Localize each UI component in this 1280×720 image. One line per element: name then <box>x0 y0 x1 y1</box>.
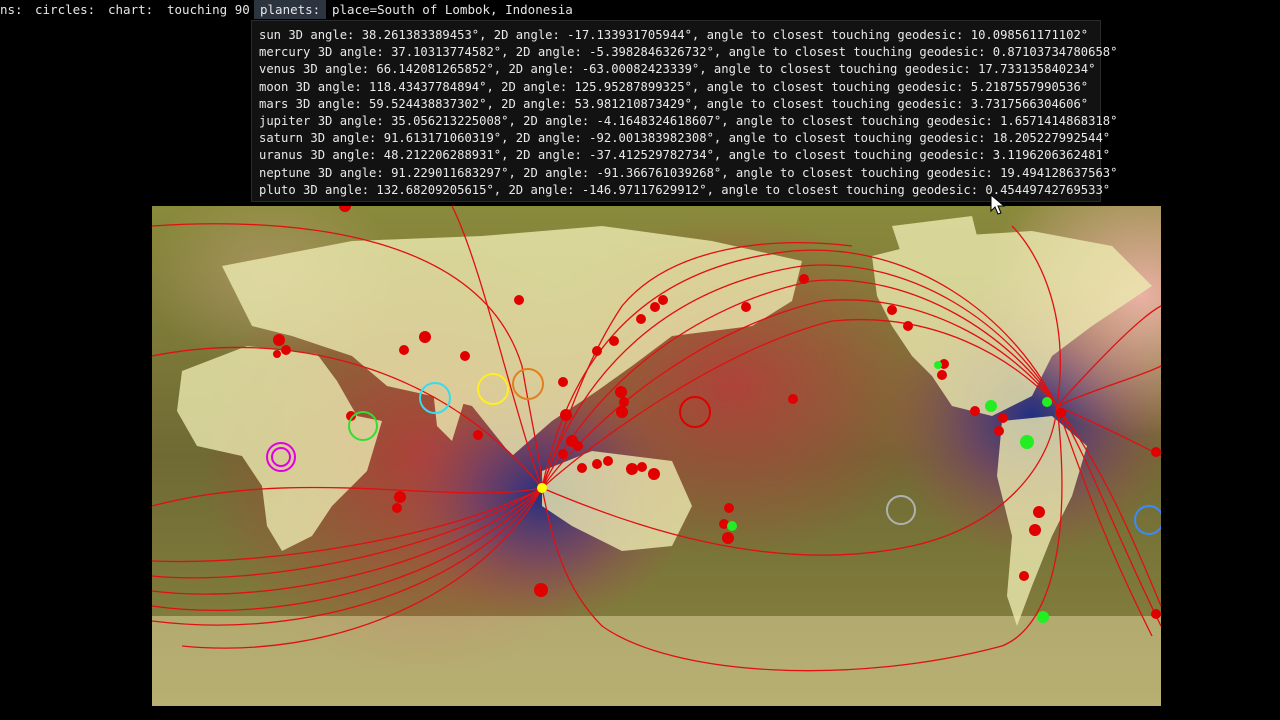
mouse-cursor-icon <box>990 194 1006 215</box>
planet-angles-panel: sun 3D angle: 38.261383389453°, 2D angle… <box>251 20 1118 202</box>
city-dot <box>394 491 406 503</box>
city-dot <box>514 295 524 305</box>
city-dot <box>637 462 647 472</box>
city-dot <box>281 345 291 355</box>
city-dot <box>741 302 751 312</box>
city-dot <box>577 463 587 473</box>
planet-row-moon: moon 3D angle: 118.43437784894°, 2D angl… <box>259 79 1089 94</box>
green-dot <box>985 400 997 412</box>
menu-item-ns[interactable]: ns: <box>0 0 23 19</box>
planet-row-jupiter: jupiter 3D angle: 35.056213225008°, 2D a… <box>259 114 1118 129</box>
antarctic-band <box>152 616 1161 706</box>
city-dot <box>998 413 1008 423</box>
city-dot <box>1151 609 1161 619</box>
city-dot <box>473 430 483 440</box>
planet-row-sun: sun 3D angle: 38.261383389453°, 2D angle… <box>259 28 1089 42</box>
city-dot <box>558 449 568 459</box>
world-map-canvas[interactable] <box>152 206 1161 706</box>
city-dot <box>788 394 798 404</box>
city-dot <box>799 274 809 284</box>
planet-row-mercury: mercury 3D angle: 37.10313774582°, 2D an… <box>259 45 1118 60</box>
city-dot <box>636 314 646 324</box>
city-dot <box>994 426 1004 436</box>
city-dot <box>724 503 734 513</box>
green-dot <box>934 361 942 369</box>
city-dot <box>558 377 568 387</box>
city-dot <box>534 583 548 597</box>
city-dot <box>658 295 668 305</box>
city-dot <box>609 336 619 346</box>
city-dot <box>1019 571 1029 581</box>
city-dot <box>560 409 572 421</box>
city-dot <box>603 456 613 466</box>
city-dot <box>1033 506 1045 518</box>
city-dot <box>619 397 629 407</box>
menu-item-touching[interactable]: touching 90 <box>167 0 250 19</box>
city-dot <box>648 468 660 480</box>
planet-row-venus: venus 3D angle: 66.142081265852°, 2D ang… <box>259 62 1096 77</box>
city-dot <box>722 532 734 544</box>
city-dot <box>273 334 285 346</box>
city-dot <box>273 350 281 358</box>
planet-row-uranus: uranus 3D angle: 48.212206288931°, 2D an… <box>259 148 1111 163</box>
green-dot <box>727 521 737 531</box>
menu-item-chart[interactable]: chart: <box>108 0 153 19</box>
menu-item-circles[interactable]: circles: <box>35 0 95 19</box>
city-dot <box>419 331 431 343</box>
city-dot <box>1151 447 1161 457</box>
city-dot <box>592 346 602 356</box>
world-map[interactable] <box>152 206 1161 706</box>
planet-row-pluto: pluto 3D angle: 132.68209205615°, 2D ang… <box>259 182 1111 197</box>
top-menu-bar: ns: circles: chart: touching 90 planets:… <box>0 0 1280 19</box>
green-dot <box>1020 435 1034 449</box>
place-marker[interactable] <box>537 483 547 493</box>
city-dot <box>1056 408 1066 418</box>
city-dot <box>937 370 947 380</box>
city-dot <box>970 406 980 416</box>
menu-item-planets[interactable]: planets: <box>254 0 327 19</box>
city-dot <box>887 305 897 315</box>
city-dot <box>392 503 402 513</box>
planet-row-mars: mars 3D angle: 59.524438837302°, 2D angl… <box>259 96 1089 111</box>
green-dot <box>1037 611 1049 623</box>
city-dot <box>626 463 638 475</box>
city-dot <box>592 459 602 469</box>
city-dot <box>399 345 409 355</box>
city-dot <box>573 441 583 451</box>
city-dot <box>616 406 628 418</box>
city-dot <box>1029 524 1041 536</box>
city-dot <box>460 351 470 361</box>
place-label: place=South of Lombok, Indonesia <box>332 2 573 17</box>
planet-row-saturn: saturn 3D angle: 91.613171060319°, 2D an… <box>259 131 1111 146</box>
green-dot <box>1042 397 1052 407</box>
city-dot <box>903 321 913 331</box>
planet-row-neptune: neptune 3D angle: 91.229011683297°, 2D a… <box>259 165 1118 180</box>
city-dot <box>650 302 660 312</box>
city-dot <box>615 386 627 398</box>
